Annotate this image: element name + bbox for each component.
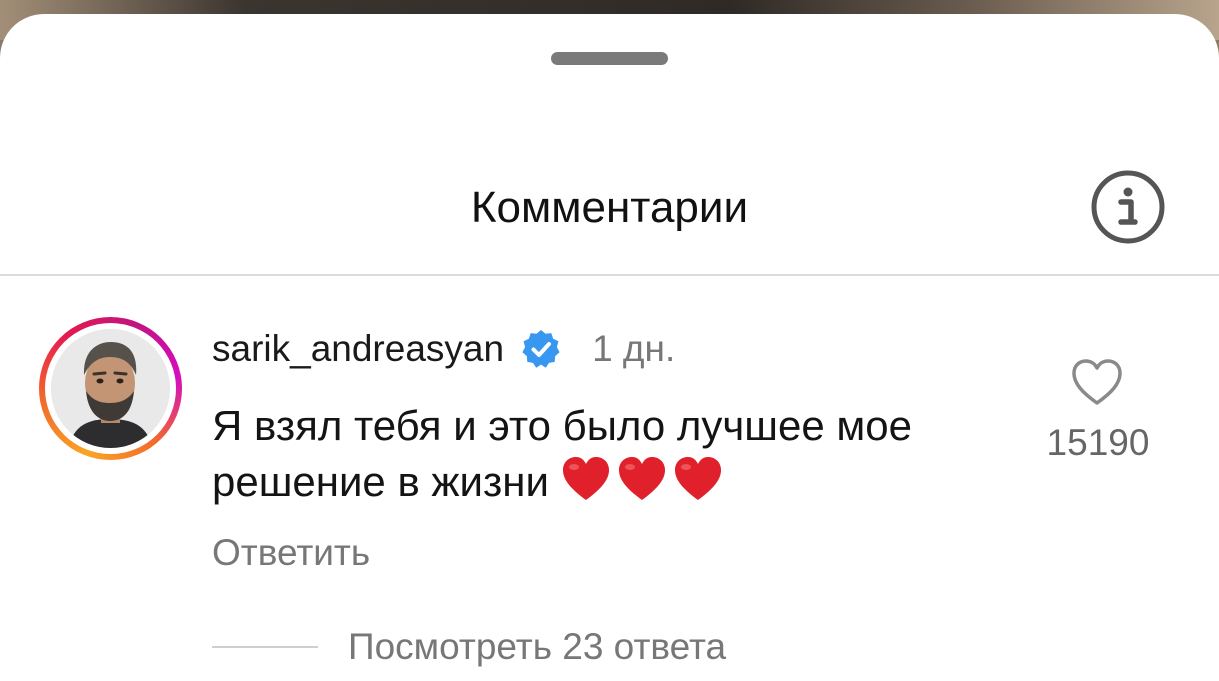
verified-badge-icon [522, 330, 560, 368]
avatar-story-ring[interactable] [39, 317, 182, 460]
comment-body: Я взял тебя и это было лучшее мое решени… [212, 398, 1002, 510]
header-divider [0, 274, 1219, 276]
red-heart-emoji-icon [562, 457, 609, 500]
info-circle-icon[interactable] [1089, 168, 1167, 246]
comment-username[interactable]: sarik_andreasyan [212, 328, 504, 370]
comment-timestamp: 1 дн. [592, 328, 676, 369]
replies-divider-line [212, 646, 318, 648]
like-count: 15190 [1046, 422, 1150, 463]
comments-sheet: Комментарии sarik_andreasyan 1 дн. Я взя… [0, 14, 1219, 681]
view-replies-button[interactable]: Посмотреть 23 ответа [348, 626, 726, 668]
reply-button[interactable]: Ответить [212, 532, 370, 574]
avatar-photo [51, 329, 170, 448]
view-replies-row[interactable]: Посмотреть 23 ответа [212, 622, 726, 672]
sheet-drag-handle[interactable] [551, 52, 668, 65]
page-title: Комментарии [470, 183, 749, 232]
heart-outline-icon[interactable] [1070, 357, 1124, 407]
red-heart-emoji-icon [618, 457, 665, 500]
comment-header: sarik_andreasyan 1 дн. [212, 324, 675, 374]
avatar[interactable] [51, 329, 170, 448]
red-heart-emoji-icon [674, 457, 721, 500]
